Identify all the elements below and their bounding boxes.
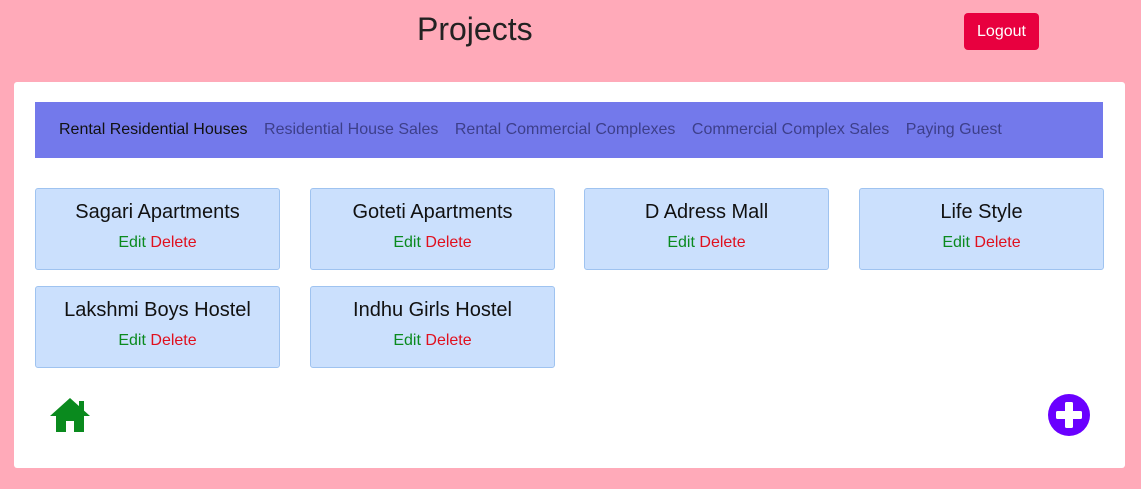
edit-link[interactable]: Edit — [393, 234, 421, 251]
add-project-plus-icon[interactable] — [1048, 394, 1090, 436]
edit-link[interactable]: Edit — [393, 332, 421, 349]
tab-rental-residential-houses[interactable]: Rental Residential Houses — [59, 121, 248, 139]
project-name: Indhu Girls Hostel — [353, 299, 512, 321]
project-card: D Adress Mall Edit Delete — [584, 188, 829, 270]
page-title: Projects — [417, 11, 533, 47]
card-actions: Edit Delete — [36, 332, 279, 350]
card-actions: Edit Delete — [311, 332, 554, 350]
edit-link[interactable]: Edit — [118, 332, 146, 349]
category-tab-bar: Rental Residential Houses Residential Ho… — [35, 102, 1103, 158]
edit-link[interactable]: Edit — [118, 234, 146, 251]
tab-rental-commercial-complexes[interactable]: Rental Commercial Complexes — [455, 121, 676, 139]
project-name: Life Style — [940, 201, 1023, 223]
card-actions: Edit Delete — [311, 234, 554, 252]
edit-link[interactable]: Edit — [942, 234, 970, 251]
tab-paying-guest[interactable]: Paying Guest — [906, 121, 1002, 139]
project-card: Indhu Girls Hostel Edit Delete — [310, 286, 555, 368]
delete-link[interactable]: Delete — [699, 234, 745, 251]
card-actions: Edit Delete — [36, 234, 279, 252]
card-actions: Edit Delete — [585, 234, 828, 252]
project-name: Goteti Apartments — [352, 201, 513, 223]
edit-link[interactable]: Edit — [667, 234, 695, 251]
logout-button[interactable]: Logout — [964, 13, 1039, 50]
delete-link[interactable]: Delete — [425, 332, 471, 349]
tab-commercial-complex-sales[interactable]: Commercial Complex Sales — [692, 121, 889, 139]
delete-link[interactable]: Delete — [974, 234, 1020, 251]
tab-residential-house-sales[interactable]: Residential House Sales — [264, 121, 438, 139]
home-icon[interactable] — [48, 396, 92, 434]
delete-link[interactable]: Delete — [150, 234, 196, 251]
project-name: Lakshmi Boys Hostel — [64, 299, 251, 321]
project-card: Sagari Apartments Edit Delete — [35, 188, 280, 270]
main-panel: Rental Residential Houses Residential Ho… — [14, 82, 1125, 468]
delete-link[interactable]: Delete — [425, 234, 471, 251]
project-name: D Adress Mall — [644, 201, 769, 223]
project-card: Goteti Apartments Edit Delete — [310, 188, 555, 270]
header: Projects Logout — [0, 0, 1141, 82]
project-card: Life Style Edit Delete — [859, 188, 1104, 270]
project-card: Lakshmi Boys Hostel Edit Delete — [35, 286, 280, 368]
delete-link[interactable]: Delete — [150, 332, 196, 349]
project-name: Sagari Apartments — [75, 201, 240, 223]
card-actions: Edit Delete — [860, 234, 1103, 252]
